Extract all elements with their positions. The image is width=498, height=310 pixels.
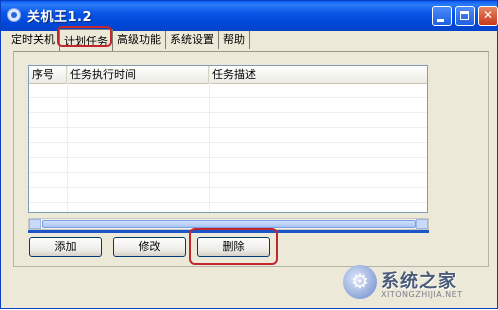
tab-help[interactable]: 帮助 [219,31,250,49]
app-shutdown-icon [7,8,21,22]
tab-scheduled-shutdown[interactable]: 定时关机 [7,31,60,49]
column-header-exec-time[interactable]: 任务执行时间 [67,66,209,83]
maximize-button[interactable] [455,6,475,26]
table-row[interactable] [29,158,427,173]
site-watermark: 系统之家 XITONGZHIJIA.NET [337,263,498,310]
window-title: 关机王1.2 [27,10,93,25]
scroll-left-arrow[interactable] [29,219,41,229]
table-row[interactable] [29,128,427,143]
delete-highlight-annotation [189,228,278,265]
tab-label: 定时关机 [11,33,55,46]
tab-advanced[interactable]: 高级功能 [113,31,166,49]
minimize-icon [437,19,444,22]
table-row[interactable] [29,143,427,158]
task-list[interactable]: 序号 任务执行时间 任务描述 [28,65,428,213]
table-row[interactable] [29,98,427,113]
list-header: 序号 任务执行时间 任务描述 [29,66,427,84]
table-row[interactable] [29,173,427,188]
column-header-description[interactable]: 任务描述 [209,66,427,83]
app-window: 关机王1.2 ✕ 定时关机 计划任务 高级功能 系统设置 帮助 序号 任务执行时… [0,0,498,309]
table-row[interactable] [29,83,427,98]
watermark-subtext: XITONGZHIJIA.NET [381,290,463,299]
scroll-thumb[interactable] [42,220,416,228]
tab-system-settings[interactable]: 系统设置 [166,31,219,49]
table-row[interactable] [29,113,427,128]
close-icon: ✕ [482,8,494,22]
scroll-right-arrow[interactable] [416,219,428,229]
close-button[interactable]: ✕ [478,6,498,26]
watermark-logo-icon [343,265,377,299]
tab-label: 系统设置 [170,33,214,46]
tab-highlight-annotation [57,26,112,47]
minimize-button[interactable] [432,6,452,26]
table-row[interactable] [29,188,427,203]
tab-label: 高级功能 [117,33,161,46]
edit-button[interactable]: 修改 [113,237,186,257]
add-button[interactable]: 添加 [29,237,102,257]
column-header-index[interactable]: 序号 [29,66,67,83]
tab-label: 帮助 [223,33,245,46]
maximize-icon [460,11,469,20]
